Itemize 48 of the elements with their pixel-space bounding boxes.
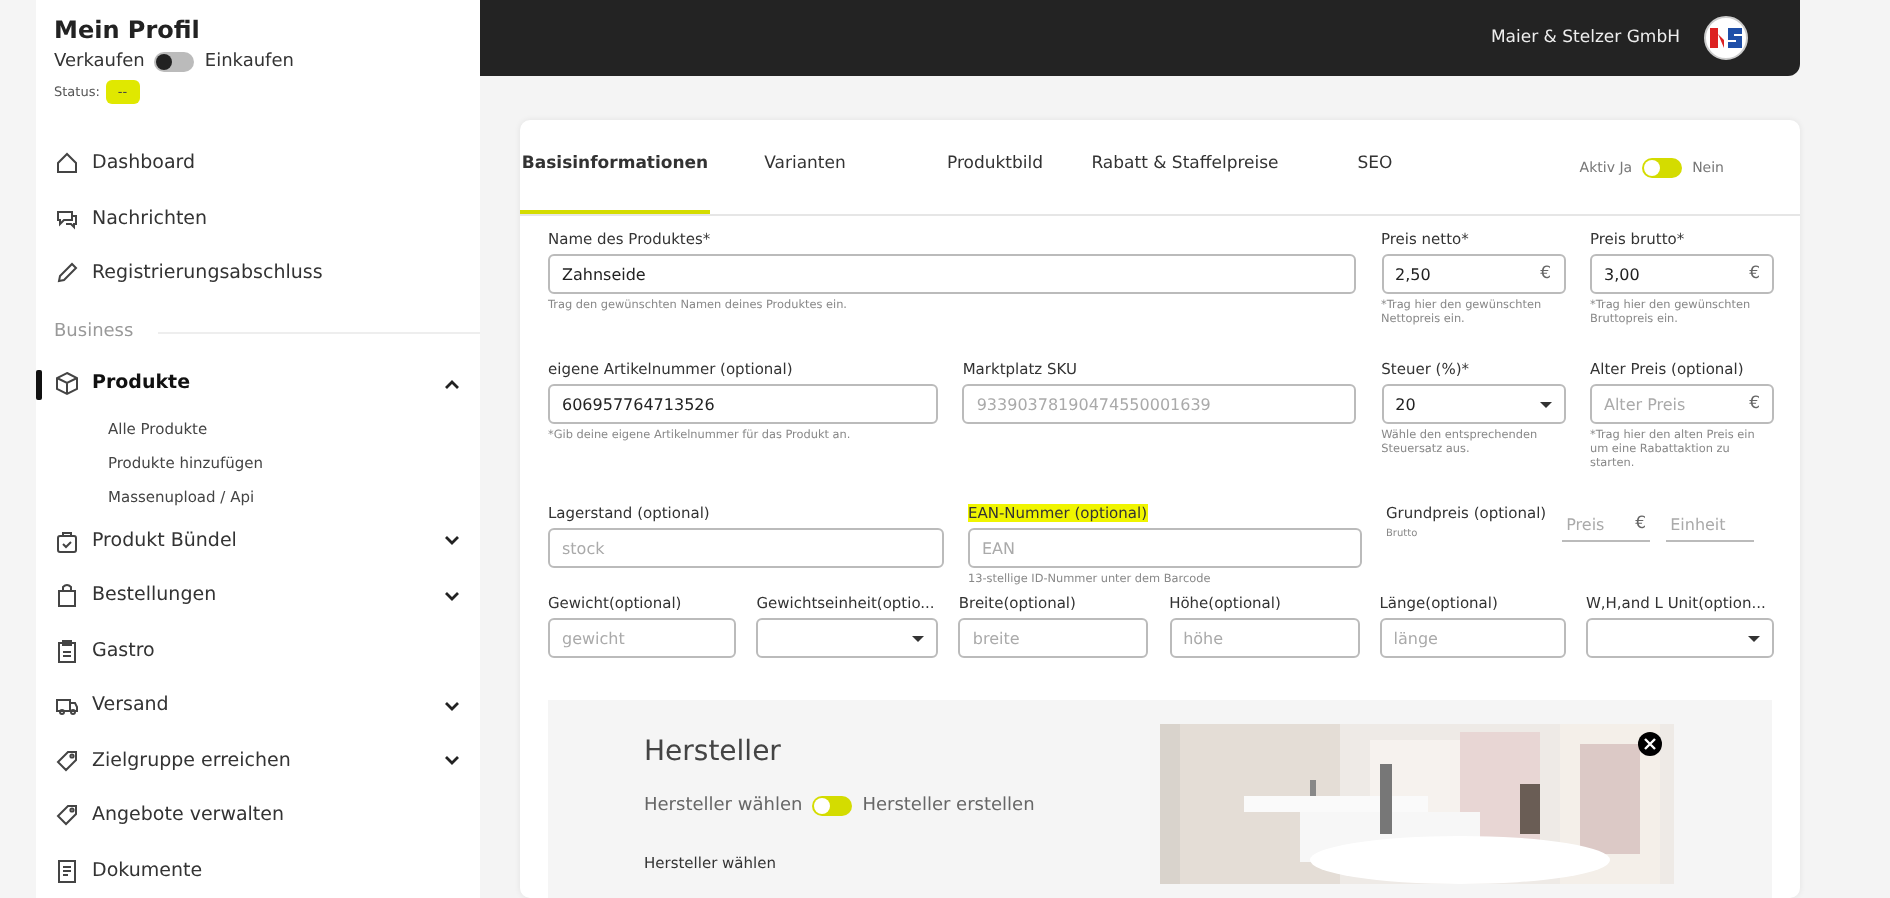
tab[interactable]: Rabatt & Staffelpreise <box>1090 120 1280 214</box>
manufacturer-toggle[interactable] <box>812 796 853 816</box>
tab[interactable]: Basisinformationen <box>520 120 710 214</box>
nav-item[interactable]: Produkte <box>36 356 480 412</box>
select-field[interactable] <box>756 618 939 658</box>
select-field[interactable] <box>1585 618 1774 658</box>
message-icon <box>54 205 80 232</box>
company-logo <box>1704 16 1748 60</box>
toggle-label: Verkaufen <box>54 52 145 72</box>
home-icon <box>54 150 80 177</box>
nav-item[interactable]: Produkt Bündel <box>36 513 480 569</box>
mode-toggle[interactable] <box>154 52 195 72</box>
nav-item[interactable]: Zielgruppe erreichen <box>36 733 480 789</box>
nav-item[interactable]: Bestellungen <box>36 568 480 624</box>
clipboard-icon <box>54 637 80 664</box>
nav-item[interactable]: Dokumente <box>36 843 480 898</box>
section-label: Business <box>54 322 134 343</box>
tab[interactable]: Varianten <box>710 120 900 214</box>
toggle-label: Einkaufen <box>204 52 294 72</box>
nav-item[interactable]: Nachrichten <box>36 191 480 246</box>
nav-item[interactable]: Registrierungsabschluss <box>36 246 480 301</box>
price-field[interactable]: Alter Preis € <box>1589 384 1774 424</box>
nav-item[interactable]: Angebote verwalten <box>36 788 480 844</box>
toggle-label: Hersteller wählen <box>644 796 803 816</box>
nav-item[interactable]: Gastro <box>36 623 480 679</box>
nav-item[interactable]: Dashboard <box>36 136 480 191</box>
price-input[interactable]: Preis € <box>1562 508 1651 542</box>
select-field[interactable]: 20 <box>1381 384 1566 424</box>
close-icon <box>1644 738 1656 750</box>
input-field[interactable]: 606957764713526 <box>548 384 938 424</box>
price-field[interactable]: 2,50 € <box>1381 254 1565 294</box>
tag-icon <box>54 802 80 829</box>
price-field[interactable]: 3,00 € <box>1590 254 1774 294</box>
section-title: Hersteller <box>644 736 783 768</box>
profile-title: Mein Profil <box>54 16 202 44</box>
bag-icon <box>54 527 80 554</box>
toggle-label: Hersteller erstellen <box>862 796 1035 816</box>
active-toggle[interactable] <box>1642 157 1683 177</box>
document-icon <box>54 857 80 884</box>
box-icon <box>54 370 80 397</box>
pencil-icon <box>54 260 80 287</box>
nav-item[interactable]: Versand <box>36 678 480 734</box>
shopping-bag-icon <box>54 582 80 609</box>
tab[interactable]: SEO <box>1280 120 1470 214</box>
company-name: Maier & Stelzer GmbH <box>1490 28 1680 48</box>
input-field[interactable]: Zahnseide <box>548 254 1356 294</box>
tab[interactable]: Produktbild <box>900 120 1090 214</box>
tag-icon <box>54 747 80 774</box>
